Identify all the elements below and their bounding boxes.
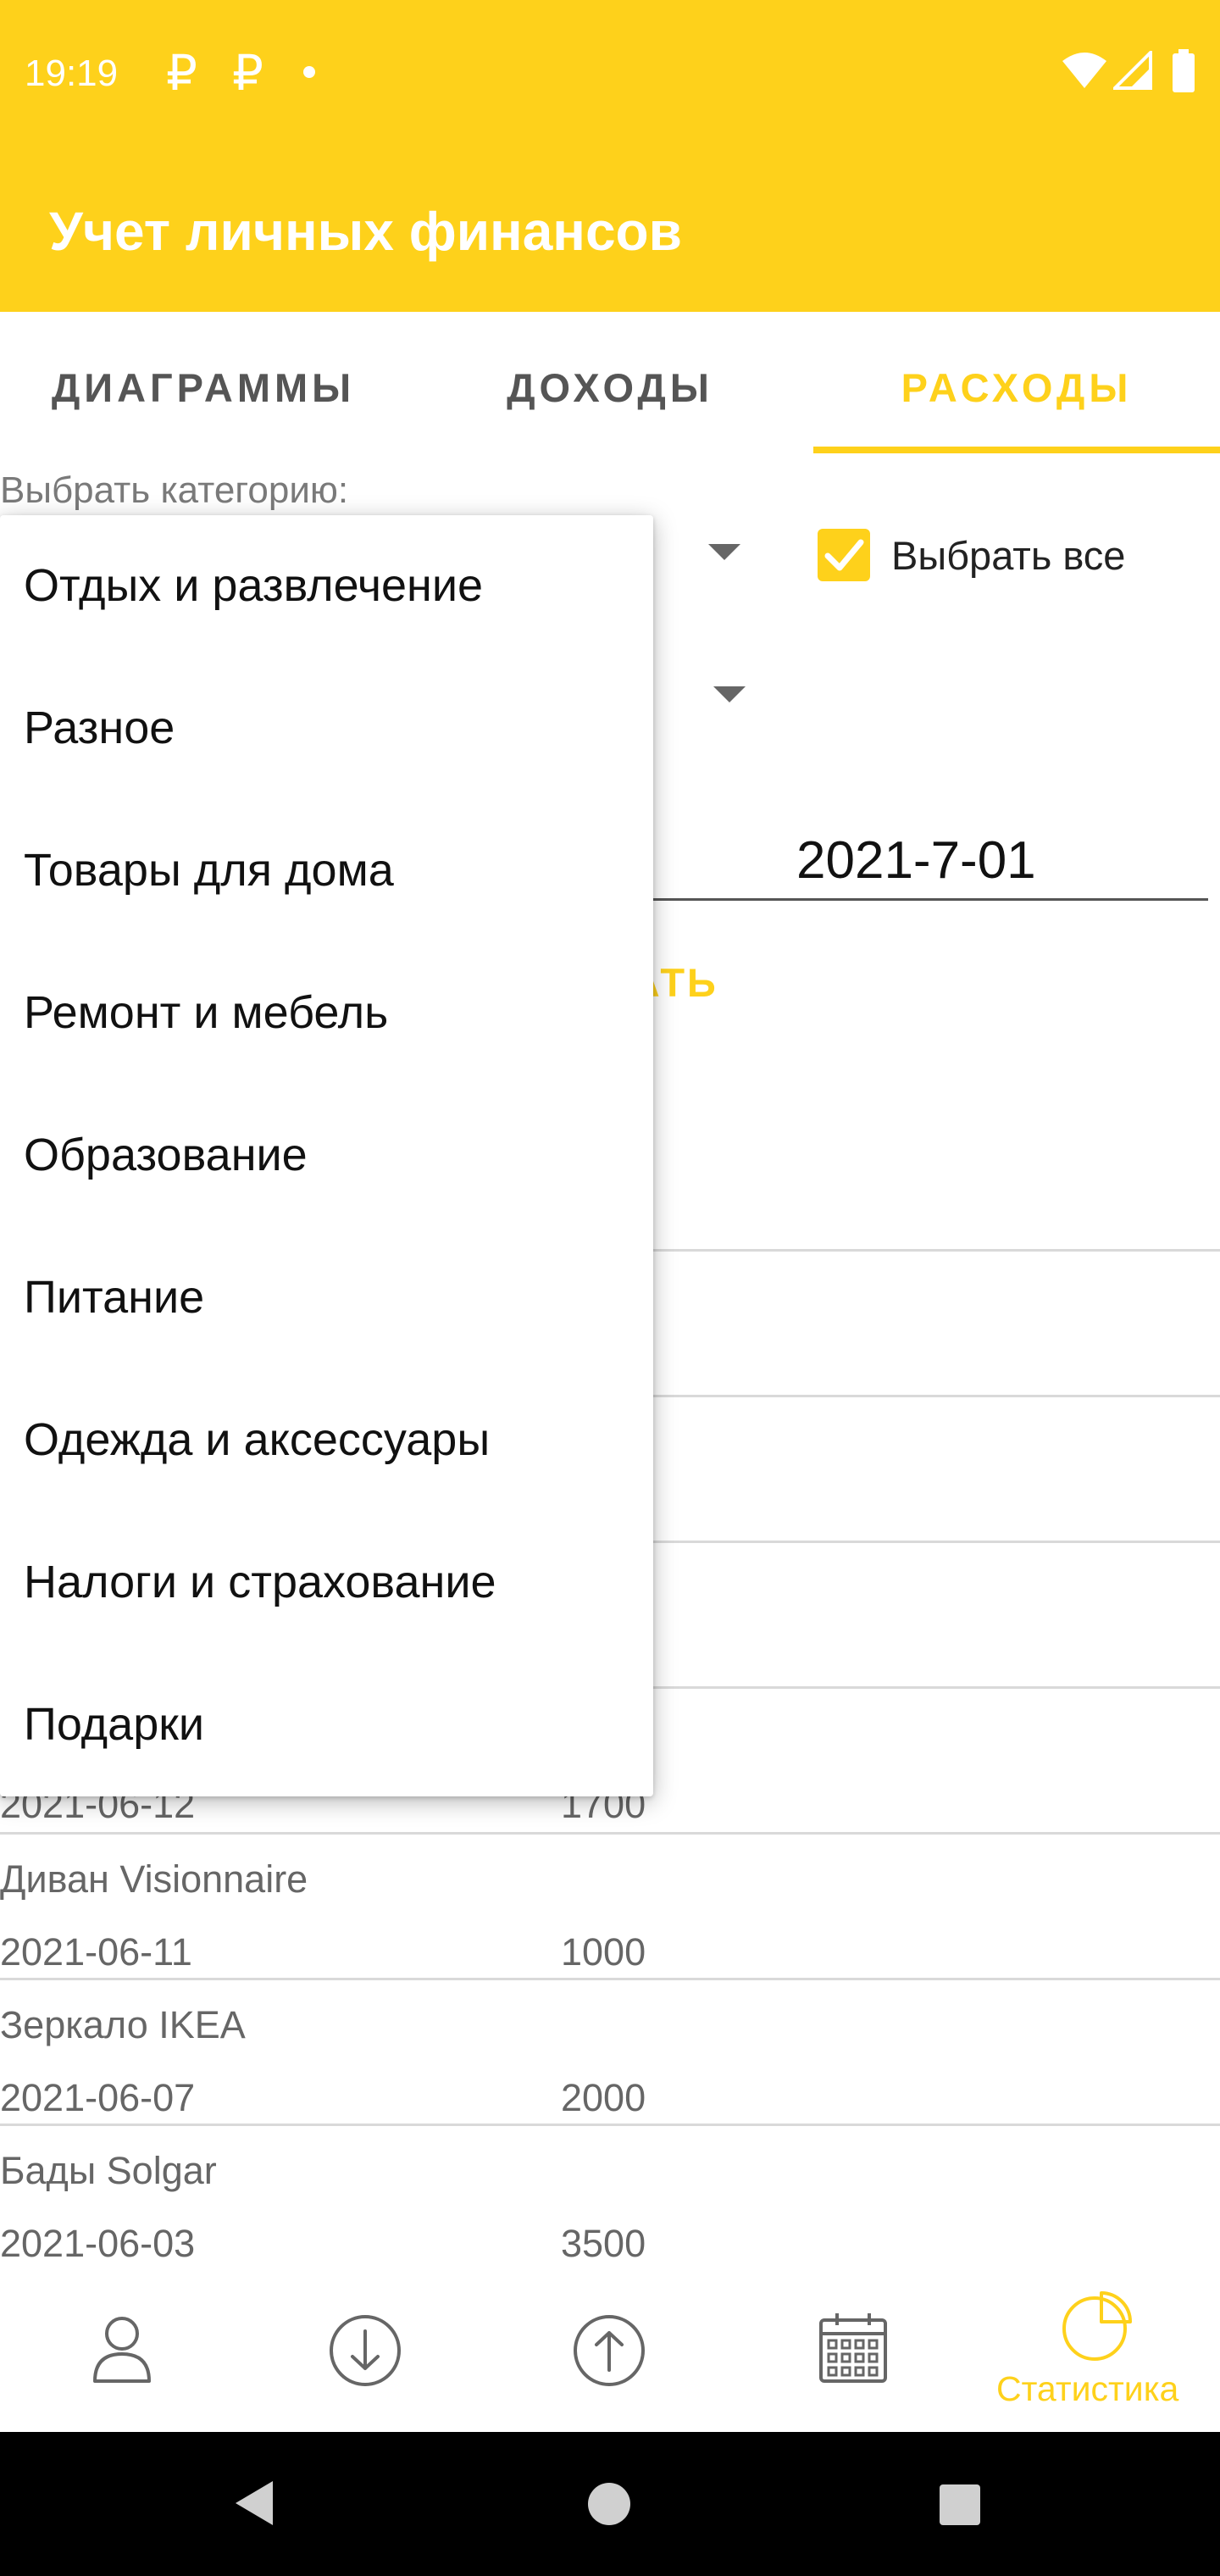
tab-indicator <box>813 447 1220 453</box>
ruble-notification-icon: ₽ <box>232 46 263 101</box>
expense-title[interactable]: Зеркало IKEA <box>0 2003 246 2047</box>
choose-category-label: Выбрать категорию: <box>0 469 349 511</box>
expense-amount: 2000 <box>561 2076 646 2119</box>
income-arrow-down-icon[interactable] <box>329 2314 402 2387</box>
expense-date: 2021-06-11 <box>0 1930 192 1974</box>
back-icon[interactable] <box>232 2479 276 2527</box>
cellular-signal-icon <box>1113 51 1152 90</box>
status-time: 19:19 <box>25 53 119 94</box>
list-divider <box>0 1978 1220 1980</box>
select-all-checkbox[interactable] <box>818 529 870 581</box>
battery-icon <box>1173 49 1195 92</box>
expense-amount: 1000 <box>561 1930 646 1974</box>
expense-date: 2021-06-07 <box>0 2076 196 2119</box>
tab-diagrams[interactable]: ДИАГРАММЫ <box>0 364 407 432</box>
dropdown-item-clothing[interactable]: Одежда и аксессуары <box>24 1413 490 1466</box>
app-title: Учет личных финансов <box>49 201 682 262</box>
checkmark-icon <box>824 539 864 571</box>
select-all-label[interactable]: Выбрать все <box>891 532 1125 579</box>
category-dropdown-menu[interactable]: Отдых и развлечение Разное Товары для до… <box>0 515 653 1796</box>
expense-title[interactable]: Бады Solgar <box>0 2149 217 2193</box>
expense-amount: 3500 <box>561 2222 646 2265</box>
list-divider <box>0 2124 1220 2126</box>
pie-chart-icon[interactable] <box>1061 2290 1134 2362</box>
expense-date: 2021-06-03 <box>0 2222 196 2265</box>
date-to-field[interactable]: 2021-7-01 <box>796 830 1036 891</box>
expense-arrow-up-icon[interactable] <box>573 2314 646 2387</box>
notification-dot-icon <box>303 66 315 78</box>
home-icon[interactable] <box>586 2481 632 2527</box>
nav-statistics-label[interactable]: Статистика <box>996 2369 1178 2409</box>
recents-icon[interactable] <box>938 2483 982 2527</box>
tab-income[interactable]: ДОХОДЫ <box>407 364 813 432</box>
expense-title[interactable]: Диван Visionnaire <box>0 1857 308 1901</box>
dropdown-item-repair-furniture[interactable]: Ремонт и мебель <box>24 986 388 1039</box>
dropdown-item-education[interactable]: Образование <box>24 1129 308 1181</box>
dropdown-item-food[interactable]: Питание <box>24 1271 204 1324</box>
calendar-icon[interactable] <box>818 2312 888 2384</box>
secondary-spinner-caret-icon[interactable] <box>713 686 746 702</box>
dropdown-item-misc[interactable]: Разное <box>24 702 175 754</box>
wifi-icon <box>1062 53 1106 88</box>
ruble-notification-icon: ₽ <box>166 46 197 101</box>
date-field-underline <box>652 898 1208 901</box>
dropdown-item-leisure[interactable]: Отдых и развлечение <box>24 559 483 612</box>
profile-icon[interactable] <box>92 2313 152 2384</box>
category-spinner-caret-icon[interactable] <box>708 544 740 560</box>
dropdown-item-gifts[interactable]: Подарки <box>24 1698 204 1751</box>
list-divider <box>0 1832 1220 1835</box>
tab-expenses[interactable]: РАСХОДЫ <box>813 364 1220 432</box>
dropdown-item-taxes-insurance[interactable]: Налоги и страхование <box>24 1556 496 1608</box>
dropdown-item-home-goods[interactable]: Товары для дома <box>24 844 394 897</box>
